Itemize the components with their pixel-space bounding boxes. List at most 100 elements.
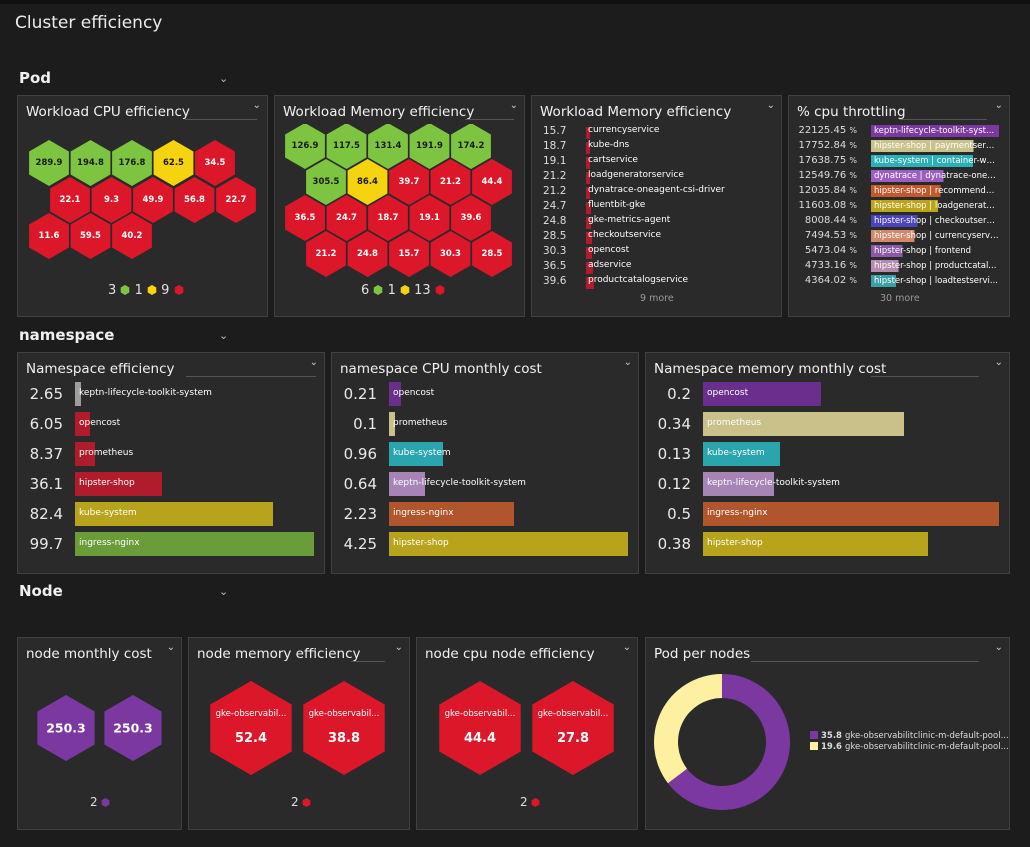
list-item[interactable]: 24.7 fluentbit-gke: [540, 200, 770, 215]
workload-hex[interactable]: 49.9: [133, 177, 173, 223]
bar-row[interactable]: 0.96 kube-system: [340, 442, 628, 466]
bar-row[interactable]: 0.64 keptn-lifecycle-toolkit-system: [340, 472, 628, 496]
list-item[interactable]: 39.6 productcatalogservice: [540, 275, 770, 290]
tile-menu-chevron-icon[interactable]: ⌄: [995, 642, 1003, 653]
workload-hex[interactable]: 11.6: [29, 213, 69, 259]
list-item[interactable]: 4364.02 % hipster-shop | loadtestservi...: [795, 275, 1005, 288]
tile-cpu-throttling[interactable]: % cpu throttling ⌄ 22125.45 % keptn-lifec…: [788, 95, 1010, 317]
node-cpu-hex[interactable]: gke-observabil... 27.8: [532, 681, 614, 775]
workload-hex[interactable]: 126.9: [285, 124, 325, 169]
bar-row[interactable]: 8.37 prometheus: [26, 442, 314, 466]
workload-hex[interactable]: 191.9: [409, 124, 450, 169]
list-item[interactable]: 36.5 adservice: [540, 260, 770, 275]
tile-menu-chevron-icon[interactable]: ⌄: [995, 100, 1003, 111]
list-item[interactable]: 24.8 gke-metrics-agent: [540, 215, 770, 230]
section-namespace[interactable]: namespace: [19, 326, 114, 344]
list-item[interactable]: 28.5 checkoutservice: [540, 230, 770, 245]
list-item[interactable]: 21.2 loadgeneratorservice: [540, 170, 770, 185]
donut-slice[interactable]: [654, 674, 722, 784]
tile-menu-chevron-icon[interactable]: ⌄: [310, 357, 318, 368]
tile-menu-chevron-icon[interactable]: ⌄: [995, 357, 1003, 368]
more-link[interactable]: 9 more: [640, 293, 674, 304]
workload-hex[interactable]: 117.5: [326, 124, 367, 169]
workload-hex[interactable]: 39.7: [389, 159, 429, 205]
list-item[interactable]: 30.3 opencost: [540, 245, 770, 260]
workload-hex[interactable]: 40.2: [112, 213, 152, 259]
list-item[interactable]: 11603.08 % hipster-shop | loadgenerato...: [795, 200, 1005, 213]
tile-workload-cpu-efficiency[interactable]: Workload CPU efficiency ⌄ 289.9 194.8 176.…: [17, 95, 268, 317]
workload-hex[interactable]: 305.5: [306, 159, 346, 205]
workload-hex[interactable]: 15.7: [389, 231, 429, 277]
bar-row[interactable]: 0.2 opencost: [654, 382, 999, 406]
workload-hex[interactable]: 176.8: [112, 140, 152, 186]
tile-pod-per-nodes[interactable]: Pod per nodes ⌄ 35.8 gke-observabilitcli…: [645, 637, 1010, 830]
workload-hex[interactable]: 21.2: [430, 159, 471, 205]
workload-hex[interactable]: 18.7: [368, 195, 408, 241]
workload-hex[interactable]: 22.7: [216, 177, 256, 223]
list-item[interactable]: 17752.84 % hipster-shop | paymentservi...: [795, 140, 1005, 153]
workload-hex[interactable]: 59.5: [70, 213, 111, 259]
tile-menu-chevron-icon[interactable]: ⌄: [623, 642, 631, 653]
list-item[interactable]: 12035.84 % hipster-shop | recommenda...: [795, 185, 1005, 198]
bar-row[interactable]: 99.7 ingress-nginx: [26, 532, 314, 556]
bar-row[interactable]: 0.5 ingress-nginx: [654, 502, 999, 526]
list-item[interactable]: 5473.04 % hipster-shop | frontend: [795, 245, 1005, 258]
workload-hex[interactable]: 21.2: [306, 231, 346, 277]
list-item[interactable]: 21.2 dynatrace-oneagent-csi-driver: [540, 185, 770, 200]
workload-hex[interactable]: 24.7: [326, 195, 367, 241]
tile-namespace-cpu-monthly-cost[interactable]: namespace CPU monthly cost ⌄ 0.21 opencos…: [331, 352, 639, 574]
tile-menu-chevron-icon[interactable]: ⌄: [624, 357, 632, 368]
tile-menu-chevron-icon[interactable]: ⌄: [510, 100, 518, 111]
workload-hex[interactable]: 28.5: [472, 231, 512, 277]
workload-hex[interactable]: 194.8: [70, 140, 111, 186]
tile-menu-chevron-icon[interactable]: ⌄: [395, 642, 403, 653]
section-node[interactable]: Node: [19, 582, 63, 600]
workload-hex[interactable]: 24.8: [347, 231, 388, 277]
workload-hex[interactable]: 131.4: [368, 124, 408, 169]
list-item[interactable]: 19.1 cartservice: [540, 155, 770, 170]
bar-row[interactable]: 0.1 prometheus: [340, 412, 628, 436]
list-item[interactable]: 8008.44 % hipster-shop | checkoutservi...: [795, 215, 1005, 228]
bar-row[interactable]: 82.4 kube-system: [26, 502, 314, 526]
list-item[interactable]: 18.7 kube-dns: [540, 140, 770, 155]
tile-node-cpu-efficiency[interactable]: node cpu node efficiency ⌄ gke-observabi…: [416, 637, 638, 830]
bar-row[interactable]: 0.34 prometheus: [654, 412, 999, 436]
list-item[interactable]: 22125.45 % keptn-lifecycle-toolkit-syst..…: [795, 125, 1005, 138]
bar-row[interactable]: 0.13 kube-system: [654, 442, 999, 466]
workload-hex[interactable]: 39.6: [451, 195, 491, 241]
bar-row[interactable]: 0.21 opencost: [340, 382, 628, 406]
tile-workload-memory-efficiency-hex[interactable]: Workload Memory efficiency ⌄ 126.9 117.5 1…: [274, 95, 525, 317]
section-pod[interactable]: Pod: [19, 69, 51, 87]
workload-hex[interactable]: 174.2: [451, 124, 491, 169]
node-cost-hex[interactable]: 250.3: [104, 695, 162, 761]
legend-item[interactable]: 19.6 gke-observabilitclinic-m-default-po…: [810, 742, 1009, 752]
workload-hex[interactable]: 44.4: [472, 159, 512, 205]
tile-workload-memory-efficiency-list[interactable]: Workload Memory efficiency ⌄ 15.7 currenc…: [531, 95, 782, 317]
workload-hex[interactable]: 9.3: [91, 177, 132, 223]
tile-menu-chevron-icon[interactable]: ⌄: [253, 100, 261, 111]
bar-row[interactable]: 0.12 keptn-lifecycle-toolkit-system: [654, 472, 999, 496]
tile-node-memory-efficiency[interactable]: node memory efficiency ⌄ gke-observabil.…: [188, 637, 410, 830]
workload-hex[interactable]: 36.5: [285, 195, 325, 241]
workload-hex[interactable]: 62.5: [153, 140, 194, 186]
pod-collapse-chevron-icon[interactable]: ⌄: [219, 72, 228, 85]
node-memory-hex[interactable]: gke-observabil... 38.8: [303, 681, 385, 775]
node-collapse-chevron-icon[interactable]: ⌄: [219, 585, 228, 598]
legend-item[interactable]: 35.8 gke-observabilitclinic-m-default-po…: [810, 731, 1009, 741]
workload-hex[interactable]: 19.1: [409, 195, 450, 241]
list-item[interactable]: 17638.75 % kube-system | container-wa...: [795, 155, 1005, 168]
namespace-collapse-chevron-icon[interactable]: ⌄: [219, 329, 228, 342]
tile-namespace-memory-monthly-cost[interactable]: Namespace memory monthly cost ⌄ 0.2 openc…: [645, 352, 1010, 574]
workload-hex[interactable]: 56.8: [174, 177, 215, 223]
workload-hex[interactable]: 22.1: [50, 177, 90, 223]
donut-chart[interactable]: [652, 672, 792, 812]
list-item[interactable]: 15.7 currencyservice: [540, 125, 770, 140]
list-item[interactable]: 12549.76 % dynatrace | dynatrace-onea...: [795, 170, 1005, 183]
tile-node-monthly-cost[interactable]: node monthly cost ⌄ 250.3 250.3 2: [17, 637, 182, 830]
bar-row[interactable]: 4.25 hipster-shop: [340, 532, 628, 556]
bar-row[interactable]: 36.1 hipster-shop: [26, 472, 314, 496]
bar-row[interactable]: 0.38 hipster-shop: [654, 532, 999, 556]
more-link[interactable]: 30 more: [880, 293, 920, 304]
tile-menu-chevron-icon[interactable]: ⌄: [767, 100, 775, 111]
bar-row[interactable]: 2.23 ingress-nginx: [340, 502, 628, 526]
